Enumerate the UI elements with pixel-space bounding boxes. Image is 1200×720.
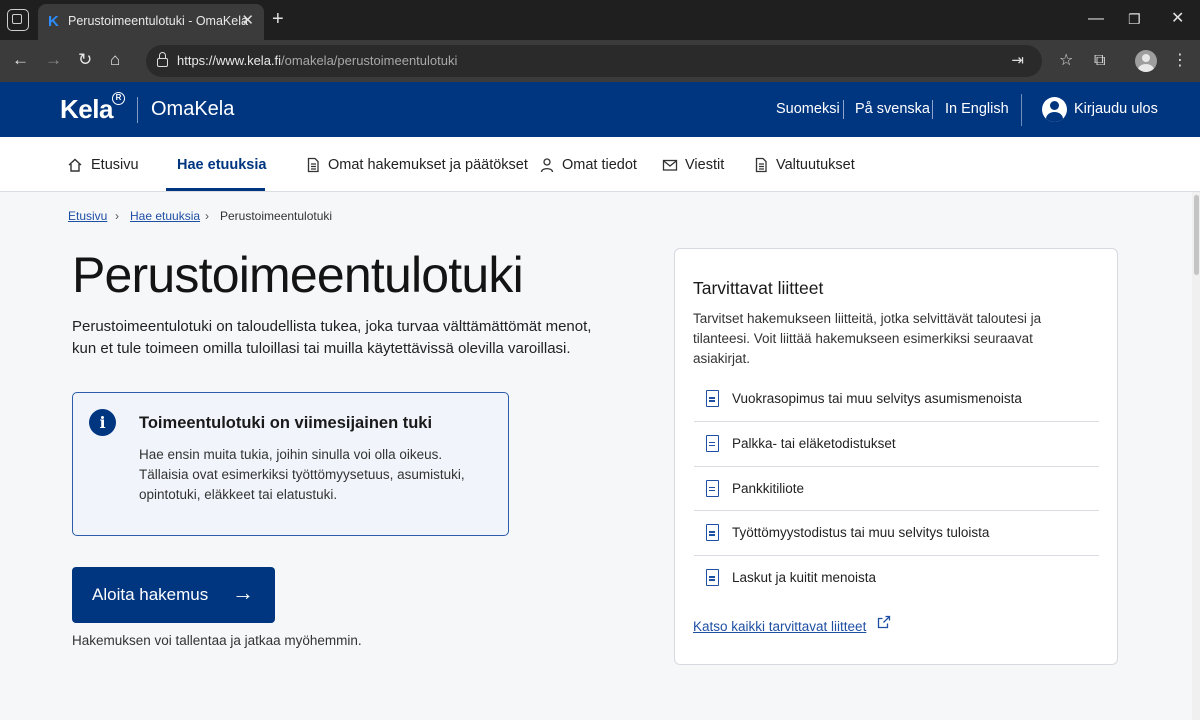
attachments-description: Tarvitset hakemukseen liitteitä, jotka s…	[693, 311, 1042, 366]
info-notice: i Toimeentulotuki on viimesijainen tuki …	[72, 392, 509, 536]
open-in-app-icon[interactable]: ⇥	[1011, 51, 1024, 69]
tab-title: Perustoimeentulotuki - OmaKela	[68, 14, 248, 28]
more-icon[interactable]: ⋮	[1172, 51, 1188, 71]
lang-swedish[interactable]: På svenska	[855, 101, 930, 117]
lang-english[interactable]: In English	[945, 101, 1009, 117]
browser-tab-bar: K Perustoimeentulotuki - OmaKela ✕ + — ❐…	[0, 0, 1200, 40]
maximize-icon[interactable]: ❐	[1128, 10, 1141, 28]
nav-hae-etuuksia[interactable]: Hae etuuksia	[177, 157, 266, 173]
nav-etusivu[interactable]: Etusivu	[91, 157, 139, 173]
mail-icon	[662, 159, 678, 171]
attachment-label: Laskut ja kuitit menoista	[732, 570, 877, 585]
all-attachments-link[interactable]: Katso kaikki tarvittavat liitteet	[693, 619, 866, 634]
user-icon[interactable]	[1042, 97, 1067, 122]
home-icon[interactable]: ⌂	[110, 50, 120, 70]
info-icon: i	[89, 409, 116, 436]
document-icon	[706, 390, 719, 407]
document-icon	[706, 524, 719, 542]
forward-icon[interactable]: →	[45, 50, 62, 70]
attachments-title: Tarvittavat liitteet	[693, 278, 824, 298]
list-item: Työttömyystodistus tai muu selvitys tulo…	[694, 511, 1099, 556]
document-icon	[755, 157, 767, 173]
collections-icon[interactable]: ⧉	[1094, 51, 1105, 71]
nav-viestit[interactable]: Viestit	[685, 157, 724, 173]
close-icon[interactable]: ✕	[241, 12, 254, 30]
header-divider	[137, 97, 138, 123]
attachment-label: Palkka- tai eläketodistukset	[732, 435, 896, 451]
attachment-label: Työttömyystodistus tai muu selvitys tulo…	[732, 525, 990, 541]
chevron-right-icon: ›	[115, 209, 119, 223]
window-close-icon[interactable]: ✕	[1171, 10, 1184, 28]
browser-toolbar: ← → ↻ ⌂ https://www.kela.fi/omakela/peru…	[0, 40, 1200, 82]
breadcrumb-etusivu[interactable]: Etusivu	[68, 209, 107, 223]
logout-link[interactable]: Kirjaudu ulos	[1074, 101, 1158, 117]
lang-separator	[843, 100, 844, 119]
document-icon	[706, 569, 719, 586]
nav-omat-hakemukset[interactable]: Omat hakemukset ja päätökset	[328, 157, 528, 173]
lang-separator	[932, 100, 933, 119]
list-item: Pankkitiliote	[694, 467, 1099, 512]
list-item: Vuokrasopimus tai muu selvitys asumismen…	[694, 377, 1099, 422]
arrow-right-icon: →	[232, 580, 254, 605]
tab-actions-icon[interactable]	[7, 9, 29, 31]
start-application-button[interactable]: Aloita hakemus →	[72, 567, 275, 623]
site-header: Kela R OmaKela Suomeksi På svenska In En…	[0, 82, 1200, 137]
list-item: Laskut ja kuitit menoista	[694, 556, 1099, 601]
page-lead: Perustoimeentulotuki on taloudellista tu…	[72, 318, 592, 357]
lock-icon[interactable]	[157, 52, 168, 67]
favorite-icon[interactable]: ☆	[1059, 51, 1073, 71]
chevron-right-icon: ›	[205, 209, 209, 223]
nav-omat-tiedot[interactable]: Omat tiedot	[562, 157, 637, 173]
kela-logo[interactable]: Kela	[60, 94, 113, 125]
list-item: Palkka- tai eläketodistukset	[694, 422, 1099, 467]
breadcrumb-hae-etuuksia[interactable]: Hae etuuksia	[130, 209, 200, 223]
kela-favicon-icon: K	[48, 13, 59, 30]
app-name: OmaKela	[151, 98, 235, 120]
new-tab-icon[interactable]: +	[272, 8, 284, 30]
document-icon	[706, 434, 719, 452]
active-tab-indicator	[166, 188, 265, 191]
back-icon[interactable]: ←	[12, 50, 29, 70]
attachment-label: Pankkitiliote	[732, 480, 805, 496]
attachment-label: Vuokrasopimus tai muu selvitys asumismen…	[732, 391, 1022, 406]
lang-finnish[interactable]: Suomeksi	[776, 101, 840, 117]
scrollbar-thumb[interactable]	[1194, 195, 1199, 275]
external-link-icon[interactable]	[877, 615, 891, 629]
home-icon	[68, 158, 82, 172]
person-icon	[540, 158, 554, 173]
header-divider	[1021, 94, 1022, 126]
document-icon	[706, 479, 719, 497]
address-bar[interactable]: https://www.kela.fi/omakela/perustoimeen…	[146, 45, 1042, 77]
browser-tab[interactable]: K Perustoimeentulotuki - OmaKela ✕	[38, 4, 264, 40]
attachments-list: Vuokrasopimus tai muu selvitys asumismen…	[694, 377, 1099, 601]
info-title: Toimeentulotuki on viimesijainen tuki	[139, 414, 433, 432]
document-icon	[307, 157, 319, 173]
start-button-label: Aloita hakemus	[92, 585, 209, 604]
page-title: Perustoimeentulotuki	[72, 247, 524, 303]
nav-valtuutukset[interactable]: Valtuutukset	[776, 157, 855, 173]
breadcrumb-current: Perustoimeentulotuki	[220, 209, 333, 223]
main-navigation: Etusivu Hae etuuksia Omat hakemukset ja …	[0, 137, 1200, 192]
registered-mark-icon: R	[112, 92, 125, 105]
profile-icon[interactable]	[1135, 50, 1157, 72]
save-note: Hakemuksen voi tallentaa ja jatkaa myöhe…	[72, 633, 362, 648]
refresh-icon[interactable]: ↻	[78, 50, 92, 70]
info-body: Hae ensin muita tukia, joihin sinulla vo…	[139, 447, 465, 502]
attachments-card: Tarvittavat liitteet Tarvitset hakemukse…	[674, 248, 1118, 665]
minimize-icon[interactable]: —	[1088, 10, 1104, 28]
url-text[interactable]: https://www.kela.fi/omakela/perustoimeen…	[177, 53, 457, 68]
